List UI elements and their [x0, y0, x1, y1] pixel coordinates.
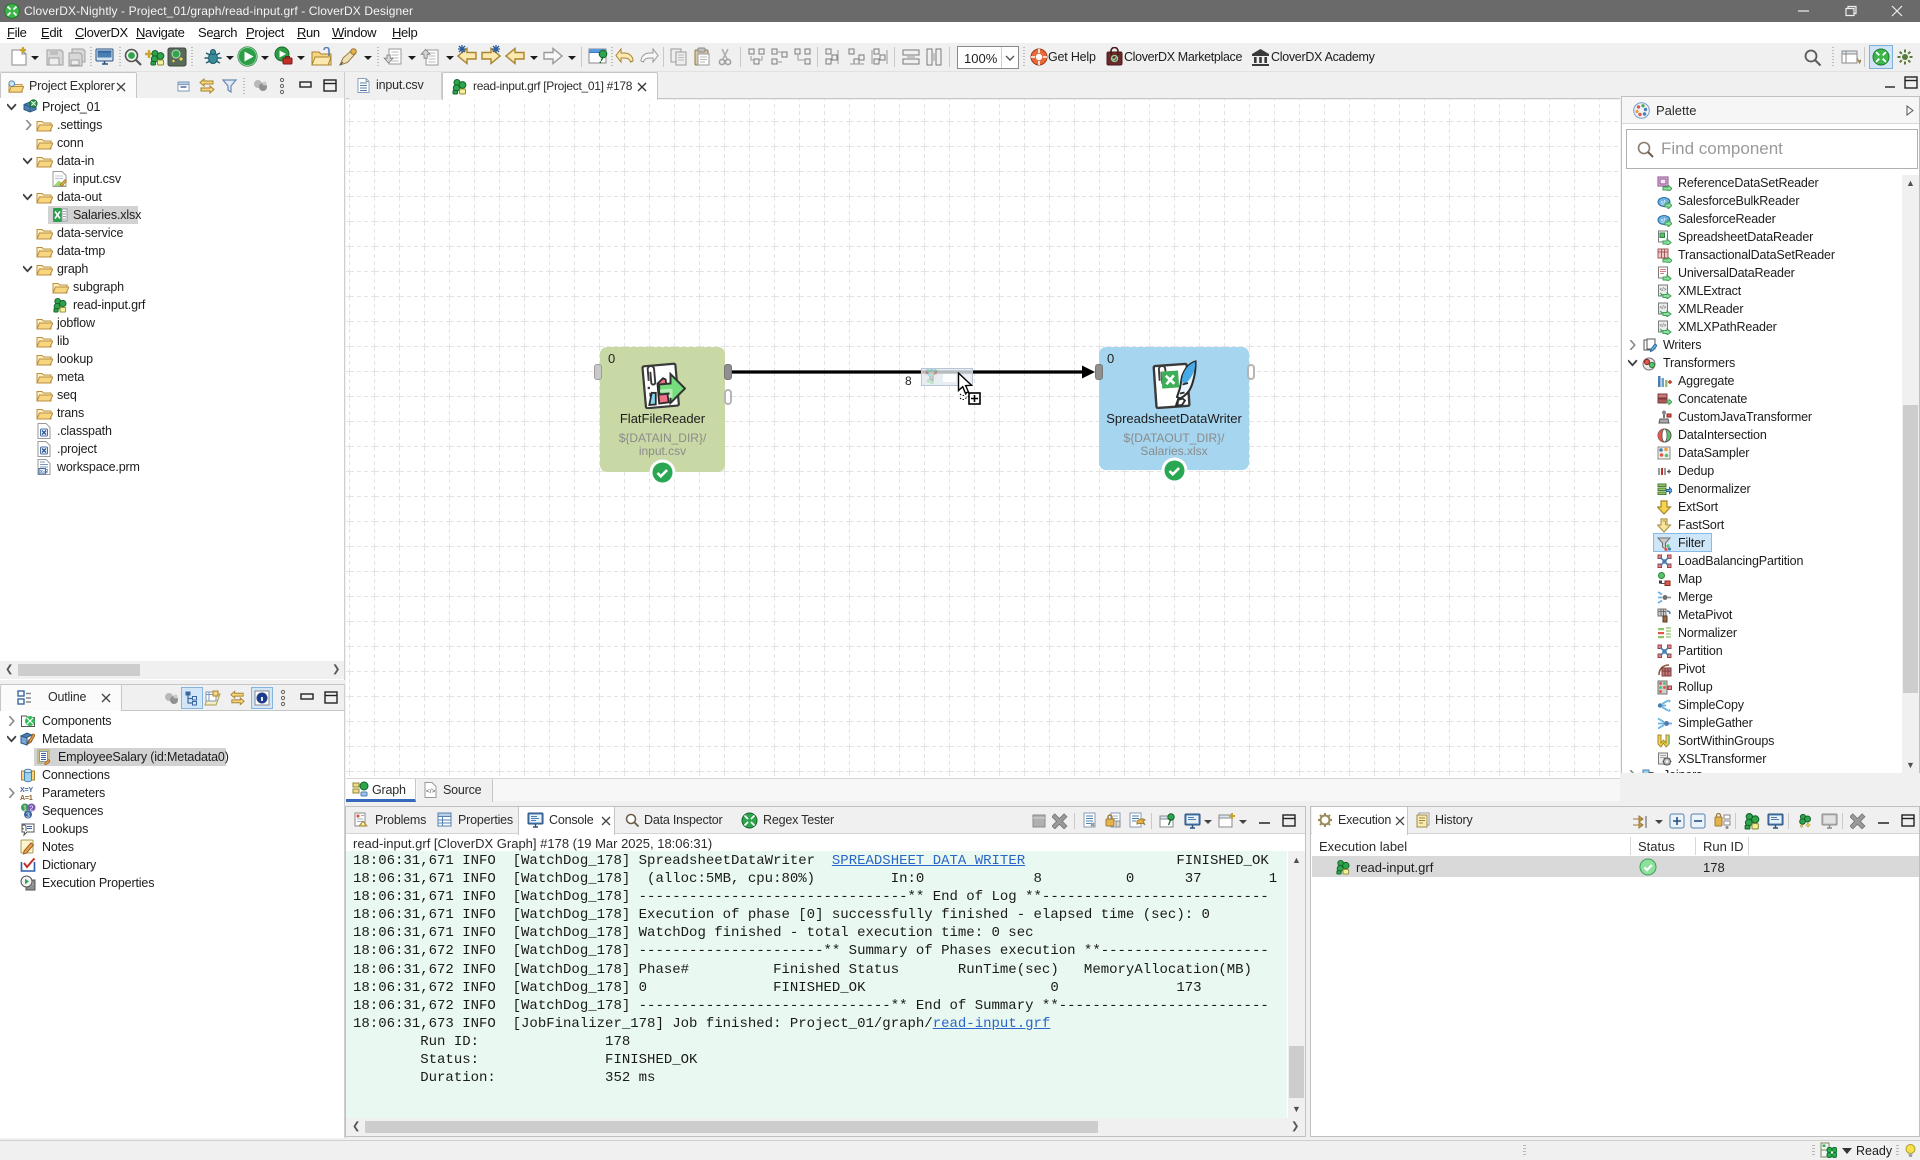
svg-text:3: 3 — [26, 812, 30, 819]
svg-text:</>: </> — [1660, 287, 1667, 293]
svg-text:X=Y: X=Y — [20, 787, 33, 794]
svg-text:A=1: A=1 — [20, 795, 33, 801]
svg-text:X=Y: X=Y — [40, 469, 48, 474]
svg-text:</>: </> — [426, 788, 436, 795]
svg-text:</>: </> — [1660, 305, 1667, 311]
svg-text:</>: </> — [1660, 323, 1667, 329]
